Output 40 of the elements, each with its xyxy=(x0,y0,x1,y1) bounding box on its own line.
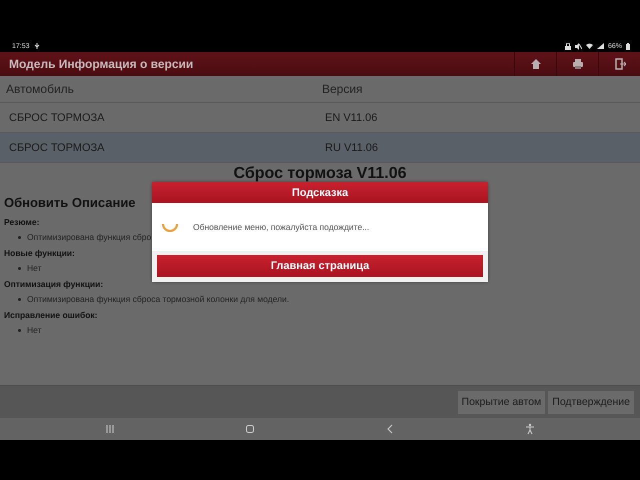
column-header: Версия xyxy=(321,82,364,96)
section-label: Резюме: xyxy=(4,217,40,227)
bullet-icon xyxy=(18,298,21,300)
accessibility-icon xyxy=(524,423,536,435)
mute-icon xyxy=(574,42,582,50)
loading-spinner-icon xyxy=(161,222,179,232)
section-label: Оптимизация функции: xyxy=(4,279,104,289)
list-item: Нет xyxy=(27,325,42,335)
exit-icon xyxy=(614,58,626,70)
signal-icon xyxy=(596,43,604,49)
recent-apps-icon xyxy=(104,423,116,435)
wifi-icon xyxy=(586,43,593,49)
home-icon xyxy=(530,58,542,70)
section-label: Новые функции: xyxy=(4,248,75,258)
section-label: Исправление ошибок: xyxy=(4,310,98,320)
dialog-title: Подсказка xyxy=(152,182,488,203)
table-row[interactable]: СБРОС ТОРМОЗА RU V11.06 xyxy=(0,133,640,163)
bullet-icon xyxy=(18,266,21,270)
bullet-icon xyxy=(18,328,21,332)
printer-icon xyxy=(572,58,584,70)
home-icon xyxy=(244,423,256,435)
page-title: Модель Информация о версии xyxy=(9,57,194,71)
bullet-icon xyxy=(18,236,21,238)
column-header: Автомобиль xyxy=(5,82,75,96)
table-cell-text: RU V11.06 xyxy=(324,142,379,154)
notes-title: Сброс тормоза V11.06 xyxy=(232,165,408,183)
section-heading: Обновить Описание xyxy=(4,195,136,210)
list-item: Оптимизирована функция сбро xyxy=(27,232,152,242)
usb-icon xyxy=(34,43,40,49)
table-cell-text: EN V11.06 xyxy=(324,112,378,124)
lock-icon xyxy=(564,42,571,50)
home-page-button[interactable]: Главная страница xyxy=(157,255,483,277)
toolbar-button[interactable]: Подтверждение xyxy=(548,390,634,414)
toolbar-button[interactable]: Покрытие автом xyxy=(458,390,546,414)
table-cell-text: СБРОС ТОРМОЗА xyxy=(8,142,106,154)
list-item: Оптимизирована функция сброса тормозной колонки для модели. xyxy=(27,294,290,304)
dialog-message: Обновление меню, пожалуйста подождите... xyxy=(193,222,370,232)
battery-icon xyxy=(626,42,630,50)
list-item: Нет xyxy=(27,263,42,273)
table-cell-text: СБРОС ТОРМОЗА xyxy=(8,112,106,124)
